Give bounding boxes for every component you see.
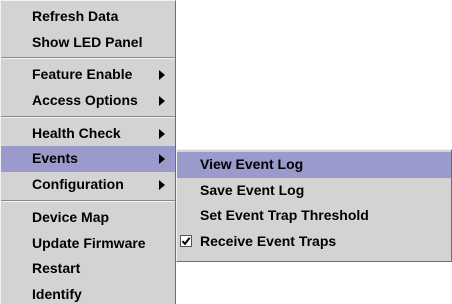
submenu-item-save-event-log[interactable]: Save Event Log	[177, 178, 451, 204]
submenu-arrow-icon	[159, 179, 165, 190]
events-submenu: View Event Log Save Event Log Set Event …	[176, 149, 452, 262]
menu-item-events[interactable]: Events	[1, 146, 175, 173]
submenu-item-set-event-trap-threshold[interactable]: Set Event Trap Threshold	[177, 203, 451, 229]
menu-item-show-led-panel[interactable]: Show LED Panel	[1, 30, 175, 56]
menu-item-restart[interactable]: Restart	[1, 256, 175, 282]
menu-separator	[1, 115, 175, 118]
menu-item-configuration[interactable]: Configuration	[1, 172, 175, 198]
menu-separator	[1, 57, 175, 60]
menu-item-refresh-data[interactable]: Refresh Data	[1, 4, 175, 30]
submenu-arrow-icon	[159, 128, 165, 139]
menu-item-label: Feature Enable	[32, 66, 133, 83]
menu-item-label: Events	[32, 150, 78, 167]
menu-item-device-map[interactable]: Device Map	[1, 205, 175, 231]
context-menu: Refresh Data Show LED Panel Feature Enab…	[0, 0, 176, 304]
submenu-item-receive-event-traps[interactable]: Receive Event Traps	[177, 229, 451, 255]
submenu-arrow-icon	[159, 95, 165, 106]
menu-item-identify[interactable]: Identify	[1, 282, 175, 304]
menu-item-label: Configuration	[32, 176, 124, 193]
menu-item-label: Health Check	[32, 124, 121, 141]
menu-item-access-options[interactable]: Access Options	[1, 88, 175, 114]
submenu-arrow-icon	[159, 154, 165, 165]
menu-item-label: Receive Event Traps	[200, 232, 337, 249]
submenu-item-view-event-log[interactable]: View Event Log	[177, 152, 451, 178]
submenu-arrow-icon	[159, 70, 165, 81]
menu-item-health-check[interactable]: Health Check	[1, 121, 175, 147]
menu-item-label: Access Options	[32, 92, 138, 109]
menu-item-feature-enable[interactable]: Feature Enable	[1, 62, 175, 88]
menu-separator	[1, 199, 175, 202]
checkmark-icon[interactable]	[180, 235, 192, 248]
menu-item-update-firmware[interactable]: Update Firmware	[1, 231, 175, 257]
